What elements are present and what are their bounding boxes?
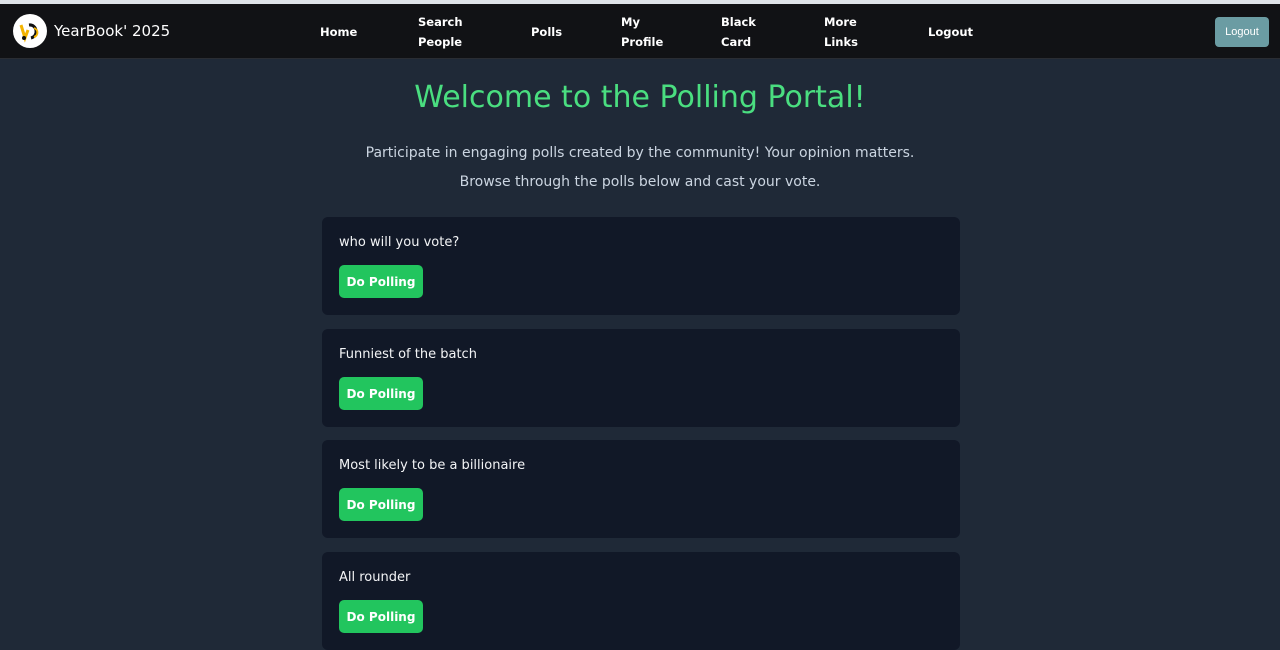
nav-my-profile[interactable]: My Profile: [621, 12, 681, 52]
nav-more-links-label-line1: More: [824, 15, 857, 29]
do-polling-button[interactable]: Do Polling: [339, 600, 423, 633]
yearbook-logo-icon: [13, 14, 47, 48]
brand-name: YearBook' 2025: [54, 22, 171, 40]
navbar: YearBook' 2025 Home Search People Polls …: [0, 4, 1280, 59]
nav-search-label-line1: Search: [418, 15, 463, 29]
nav-search-people[interactable]: Search People: [418, 12, 478, 52]
nav-black-card-label-line2: Card: [721, 35, 752, 49]
poll-card: Most likely to be a billionaire Do Polli…: [322, 440, 960, 538]
poll-card: who will you vote? Do Polling: [322, 217, 960, 315]
intro-text-line1: Participate in engaging polls created by…: [365, 145, 915, 161]
poll-question: All rounder: [339, 570, 411, 585]
do-polling-button[interactable]: Do Polling: [339, 488, 423, 521]
nav-polls-label: Polls: [531, 25, 563, 39]
intro-text-line2: Browse through the polls below and cast …: [459, 174, 821, 190]
poll-question: who will you vote?: [339, 235, 460, 250]
nav-black-card-label-line1: Black: [721, 15, 756, 29]
poll-card: All rounder Do Polling: [322, 552, 960, 650]
nav-more-links-label-line2: Links: [824, 35, 858, 49]
do-polling-button[interactable]: Do Polling: [339, 265, 423, 298]
nav-home-label: Home: [320, 25, 358, 39]
nav-home[interactable]: Home: [320, 22, 380, 42]
logout-button[interactable]: Logout: [1215, 17, 1269, 47]
nav-more-links[interactable]: More Links: [824, 12, 884, 52]
brand[interactable]: YearBook' 2025: [13, 14, 170, 48]
nav-profile-label-line2: Profile: [621, 35, 664, 49]
page-title: Welcome to the Polling Portal!: [414, 80, 866, 115]
poll-card: Funniest of the batch Do Polling: [322, 329, 960, 427]
do-polling-button[interactable]: Do Polling: [339, 377, 423, 410]
nav-logout-label: Logout: [928, 25, 974, 39]
nav-logout[interactable]: Logout: [928, 22, 988, 42]
nav-polls[interactable]: Polls: [531, 22, 591, 42]
nav-search-label-line2: People: [418, 35, 463, 49]
nav-black-card[interactable]: Black Card: [721, 12, 781, 52]
poll-question: Most likely to be a billionaire: [339, 458, 526, 473]
poll-question: Funniest of the batch: [339, 347, 477, 362]
nav-profile-label-line1: My: [621, 15, 640, 29]
